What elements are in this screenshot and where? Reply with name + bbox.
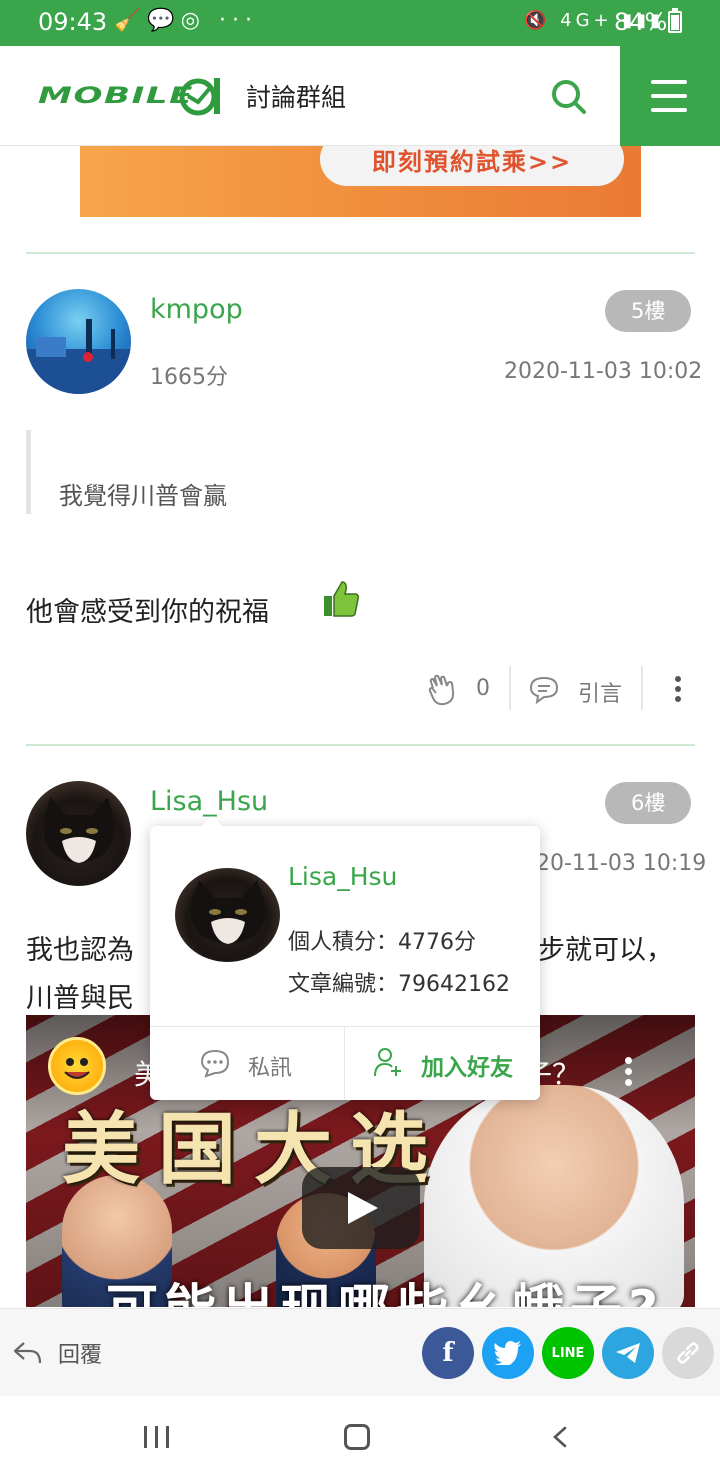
home-icon[interactable] bbox=[344, 1424, 370, 1450]
private-message-label: 私訊 bbox=[248, 1056, 293, 1081]
recent-apps-icon[interactable] bbox=[144, 1426, 170, 1448]
section-title: 討論群組 bbox=[246, 83, 347, 112]
more-options-icon[interactable] bbox=[672, 676, 684, 706]
status-bar: 09:43 🧹💬◎ ··· 🔇 4G+ ▮▮▮ 84% bbox=[0, 0, 720, 46]
avatar[interactable] bbox=[26, 289, 131, 394]
app-header: MOBILE 討論群組 bbox=[0, 46, 720, 146]
popup-avatar bbox=[175, 868, 280, 962]
user-score: 1665分 bbox=[150, 365, 228, 390]
search-button[interactable] bbox=[548, 76, 588, 116]
facebook-share-button[interactable]: f bbox=[422, 1327, 474, 1379]
post-body: 他會感受到你的祝福 bbox=[26, 597, 269, 628]
quote-block: 我覺得川普會贏 bbox=[26, 430, 695, 514]
sun-face-icon bbox=[64, 1058, 90, 1079]
avatar-image bbox=[26, 319, 131, 394]
quote-reply-icon[interactable] bbox=[527, 674, 561, 706]
play-button[interactable] bbox=[302, 1167, 420, 1249]
copy-link-button[interactable] bbox=[662, 1327, 714, 1379]
banner-cta[interactable]: 即刻預約試乘>> bbox=[320, 146, 624, 186]
reply-button[interactable]: 回覆 bbox=[58, 1337, 102, 1369]
chat-bubble-icon bbox=[200, 1049, 230, 1078]
popup-article-id: 文章編號：79642162 bbox=[288, 972, 510, 997]
menu-button[interactable] bbox=[620, 46, 720, 146]
user-popup: Lisa_Hsu 個人積分：4776分 文章編號：79642162 私訊 加入好… bbox=[150, 816, 540, 1100]
hamburger-icon bbox=[651, 80, 687, 84]
popup-username[interactable]: Lisa_Hsu bbox=[288, 862, 397, 891]
twitter-icon bbox=[494, 1341, 521, 1365]
video-caption: 可能出现哪些幺蛾子? bbox=[106, 1267, 664, 1307]
post-username[interactable]: kmpop bbox=[150, 294, 243, 325]
line-icon: LINE bbox=[551, 1345, 585, 1361]
twitter-share-button[interactable] bbox=[482, 1327, 534, 1379]
mobile01-logo[interactable]: MOBILE bbox=[38, 76, 220, 116]
facebook-icon: f bbox=[442, 1338, 454, 1368]
private-message-button[interactable]: 私訊 bbox=[150, 1026, 344, 1100]
search-icon bbox=[552, 80, 586, 114]
ad-banner[interactable]: 即刻預約試乘>> bbox=[80, 146, 641, 217]
avatar-image bbox=[190, 880, 266, 944]
logo-mark-icon bbox=[179, 78, 220, 116]
avatar[interactable] bbox=[26, 781, 131, 886]
battery-level: 84% bbox=[614, 8, 668, 36]
post-date: 2020-11-03 10:02 bbox=[504, 359, 703, 384]
link-icon bbox=[677, 1342, 699, 1364]
channel-avatar[interactable] bbox=[48, 1037, 106, 1095]
status-time: 09:43 bbox=[38, 8, 108, 36]
thumbs-up-icon bbox=[324, 581, 359, 617]
logo-text: MOBILE bbox=[38, 83, 194, 109]
post-divider bbox=[26, 252, 695, 254]
floor-badge: 6樓 bbox=[605, 782, 692, 824]
telegram-share-button[interactable] bbox=[602, 1327, 654, 1379]
hamburger-icon-bar bbox=[651, 108, 687, 112]
add-friend-label: 加入好友 bbox=[421, 1055, 513, 1081]
telegram-icon bbox=[616, 1343, 640, 1363]
post-body-line2-start: 川普與民 bbox=[26, 983, 134, 1014]
post-date: 20-11-03 10:19 bbox=[536, 851, 707, 876]
add-friend-button[interactable]: 加入好友 bbox=[345, 1026, 540, 1100]
bottom-action-bar: 回覆 f LINE bbox=[0, 1308, 720, 1396]
back-icon[interactable] bbox=[552, 1426, 568, 1448]
action-separator bbox=[641, 666, 643, 710]
post-body-line1-end: 步就可以， bbox=[538, 935, 673, 966]
floor-badge: 5樓 bbox=[605, 290, 692, 332]
battery-icon bbox=[668, 8, 682, 33]
notification-icons: 🧹💬◎ ··· bbox=[114, 8, 258, 33]
clap-count: 0 bbox=[476, 676, 490, 701]
avatar-image bbox=[43, 797, 115, 863]
popup-score: 個人積分：4776分 bbox=[288, 930, 476, 955]
clap-icon[interactable] bbox=[427, 674, 457, 706]
reply-icon[interactable] bbox=[12, 1339, 42, 1365]
post-divider bbox=[26, 744, 695, 746]
post-actions: 0 引言 bbox=[0, 660, 720, 720]
video-more-icon[interactable] bbox=[622, 1057, 634, 1089]
post-body-line1-start: 我也認為 bbox=[26, 935, 134, 966]
post-username[interactable]: Lisa_Hsu bbox=[150, 786, 268, 817]
system-nav-bar bbox=[0, 1396, 720, 1480]
hamburger-icon-bar bbox=[651, 94, 687, 98]
quote-button[interactable]: 引言 bbox=[578, 676, 622, 708]
add-user-icon bbox=[374, 1048, 401, 1077]
action-separator bbox=[509, 666, 511, 710]
line-share-button[interactable]: LINE bbox=[542, 1327, 594, 1379]
quote-text: 我覺得川普會贏 bbox=[59, 482, 227, 510]
